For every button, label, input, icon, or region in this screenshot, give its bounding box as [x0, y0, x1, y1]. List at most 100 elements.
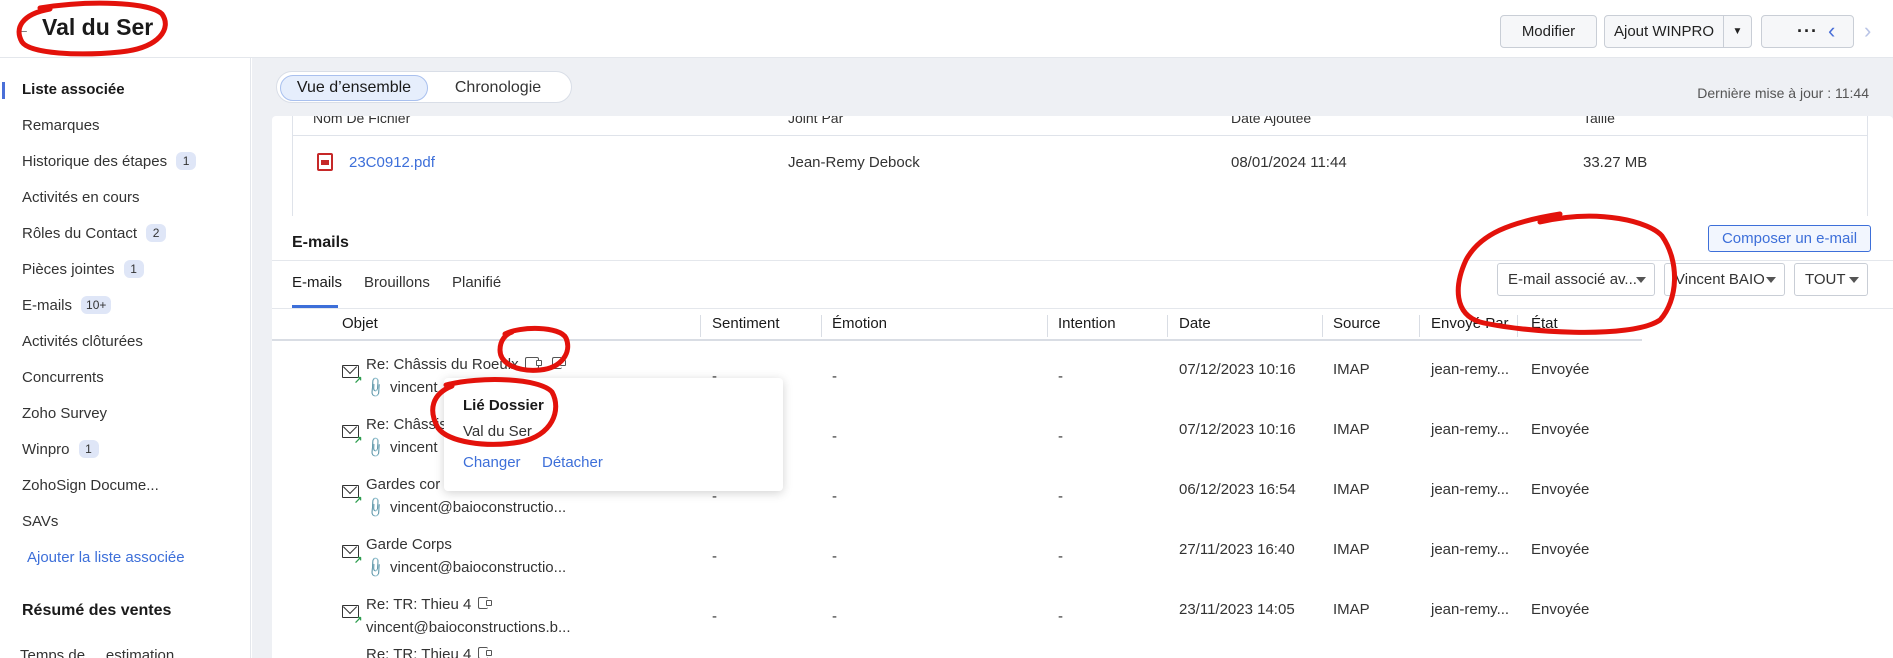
sidebar-item-emails[interactable]: E-mails 10+ [22, 293, 112, 317]
sidebar-item-winpro[interactable]: Winpro 1 [22, 437, 99, 461]
linked-record-popover: Lié Dossier Val du Ser Changer Détacher [444, 378, 783, 491]
compose-email-button[interactable]: Composer un e-mail [1708, 225, 1871, 252]
emotion-cell: - [832, 608, 837, 625]
related-list-sidebar: Liste associée Remarques Historique des … [0, 58, 251, 658]
date-cell: 06/12/2023 16:54 [1179, 481, 1296, 498]
sidebar-item-zoho-survey[interactable]: Zoho Survey [22, 401, 107, 425]
sidebar-item-related-list[interactable]: Liste associée [22, 77, 125, 101]
next-record-icon[interactable]: › [1864, 18, 1871, 44]
count-badge: 1 [123, 260, 144, 278]
email-subject[interactable]: Re: TR: Thieu 4 [366, 646, 471, 658]
filter-value: Vincent BAIO [1675, 271, 1765, 288]
email-subject[interactable]: Re: Châssis du Roeulx [366, 356, 519, 373]
add-related-list-link[interactable]: Ajouter la liste associée [27, 549, 185, 566]
scope-filter[interactable]: TOUT [1794, 263, 1868, 296]
date-cell: 27/11/2023 16:40 [1179, 541, 1295, 558]
linked-record-icon[interactable] [525, 357, 542, 369]
divider [272, 339, 1642, 341]
previous-record-icon[interactable]: ‹ [1828, 18, 1835, 44]
back-arrow-icon[interactable]: ← [14, 21, 30, 39]
sidebar-item-competitors[interactable]: Concurrents [22, 365, 104, 389]
outgoing-arrow-icon: ↗ [354, 555, 363, 566]
sidebar-item-label: Activités clôturées [22, 332, 143, 350]
intention-cell: - [1058, 368, 1063, 385]
email-address: vincent@baioconstructio... [390, 499, 567, 516]
outgoing-arrow-icon: ↗ [354, 615, 363, 626]
date-cell: 07/12/2023 10:16 [1179, 421, 1296, 438]
emotion-cell: - [832, 488, 837, 505]
associated-email-filter[interactable]: E-mail associé av... [1497, 263, 1655, 296]
tab-scheduled[interactable]: Planifié [452, 274, 501, 291]
email-row[interactable]: Re: TR: Thieu 4 [272, 644, 1893, 658]
emotion-cell: - [832, 428, 837, 445]
state-cell: Envoyée [1531, 481, 1590, 498]
filter-value: E-mail associé av... [1508, 271, 1637, 288]
column-header-intention[interactable]: Intention [1058, 315, 1116, 332]
last-update-text: Dernière mise à jour : 11:44 [1697, 85, 1869, 101]
tab-emails[interactable]: E-mails [292, 274, 342, 291]
column-header-state[interactable]: État [1531, 315, 1558, 332]
more-actions-icon[interactable]: ··· [1761, 15, 1854, 48]
email-subject[interactable]: Garde Corps [366, 536, 452, 553]
modify-button[interactable]: Modifier [1500, 15, 1597, 48]
column-separator [1517, 315, 1518, 337]
sales-summary-item: Temps de ... estimation [20, 647, 175, 658]
source-cell: IMAP [1333, 421, 1370, 438]
sales-summary-heading: Résumé des ventes [22, 602, 172, 619]
email-row[interactable]: ↗ Garde Corps 📎 vincent@baioconstructio.… [272, 524, 1893, 584]
sidebar-item-notes[interactable]: Remarques [22, 113, 100, 137]
active-item-marker [2, 82, 5, 99]
emails-section-title: E-mails [292, 234, 349, 251]
sidebar-item-closed-activities[interactable]: Activités clôturées [22, 329, 143, 353]
change-link[interactable]: Changer [463, 454, 521, 471]
column-header-date[interactable]: Date [1179, 315, 1211, 332]
detach-link[interactable]: Détacher [542, 454, 603, 471]
email-subject[interactable]: Gardes cor [366, 476, 440, 493]
add-winpro-button[interactable]: Ajout WINPRO [1604, 15, 1724, 48]
thread-icon[interactable] [552, 357, 566, 369]
divider [272, 308, 1893, 309]
sidebar-item-savs[interactable]: SAVs [22, 509, 58, 533]
column-header-sent-by[interactable]: Envoyé Par [1431, 315, 1509, 332]
intention-cell: - [1058, 608, 1063, 625]
sidebar-item-label: SAVs [22, 512, 59, 530]
column-header-source[interactable]: Source [1333, 315, 1381, 332]
sentiment-cell: - [712, 548, 717, 565]
sidebar-item-label: Liste associée [22, 80, 125, 98]
column-header: Taille [1583, 116, 1615, 126]
state-cell: Envoyée [1531, 421, 1590, 438]
count-badge: 1 [78, 440, 99, 458]
sidebar-item-zohosign[interactable]: ZohoSign Docume... [22, 473, 159, 497]
sidebar-item-label: Concurrents [22, 368, 104, 386]
column-header-subject[interactable]: Objet [342, 315, 378, 332]
sent-by-cell: jean-remy... [1431, 541, 1510, 558]
email-row[interactable]: ↗ Re: TR: Thieu 4 vincent@baioconstructi… [272, 584, 1893, 644]
sidebar-item-label: Historique des étapes [22, 152, 168, 170]
sidebar-item-contact-roles[interactable]: Rôles du Contact 2 [22, 221, 167, 245]
source-cell: IMAP [1333, 481, 1370, 498]
tab-overview[interactable]: Vue d’ensemble [280, 75, 428, 101]
sidebar-item-label: Winpro [22, 440, 70, 458]
column-header-sentiment[interactable]: Sentiment [712, 315, 780, 332]
column-separator [1047, 315, 1048, 337]
attachment-date: 08/01/2024 11:44 [1231, 154, 1347, 171]
column-separator [821, 315, 822, 337]
add-winpro-dropdown-icon[interactable]: ▼ [1723, 15, 1752, 48]
column-header-emotion[interactable]: Émotion [832, 315, 887, 332]
email-subject[interactable]: Re: TR: Thieu 4 [366, 596, 471, 613]
tab-timeline[interactable]: Chronologie [437, 75, 559, 101]
attachment-size: 33.27 MB [1583, 154, 1648, 171]
outgoing-arrow-icon: ↗ [354, 375, 363, 386]
tab-drafts[interactable]: Brouillons [364, 274, 430, 291]
email-subject[interactable]: Re: Châssis [366, 416, 447, 433]
attachment-file-link[interactable]: 23C0912.pdf [349, 154, 435, 171]
sidebar-item-stage-history[interactable]: Historique des étapes 1 [22, 149, 197, 173]
column-separator [1322, 315, 1323, 337]
record-header: ← Val du Ser Modifier Ajout WINPRO ▼ ···… [0, 0, 1893, 58]
sidebar-item-open-activities[interactable]: Activités en cours [22, 185, 140, 209]
thread-icon[interactable] [478, 647, 492, 658]
thread-icon[interactable] [478, 597, 492, 609]
sidebar-item-attachments[interactable]: Pièces jointes 1 [22, 257, 144, 281]
sidebar-item-label: Rôles du Contact [22, 224, 138, 242]
user-filter[interactable]: Vincent BAIO [1664, 263, 1785, 296]
